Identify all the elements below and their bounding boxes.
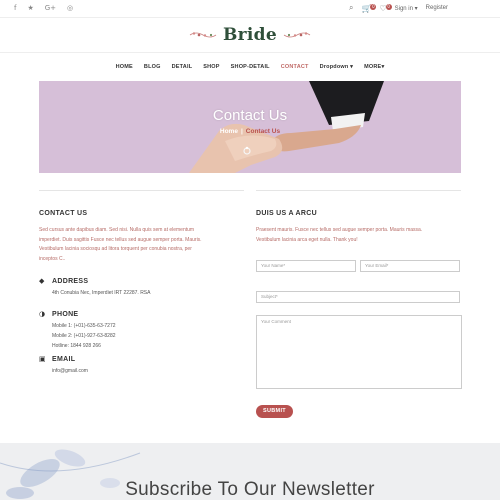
main-nav: HOME BLOG DETAIL SHOP SHOP-DETAIL CONTAC… [0,52,500,81]
signin-label: Sign in [394,5,413,12]
nav-more[interactable]: MORE▾ [364,64,384,70]
wishlist-icon[interactable]: ♡ 0 [379,3,392,13]
email-field[interactable]: Your Email* [360,260,460,272]
phone-hotline: Hotline: 1844 928 266 [52,343,101,349]
holding-hands-image [189,81,384,173]
form-heading: DUIS US A ARCU [256,210,317,217]
phone-mobile-2: Mobile 2: (+01)-927-63-8282 [52,333,116,339]
cart-count-badge: 0 [370,3,377,10]
google-plus-icon[interactable]: G+ [45,4,56,12]
right-floral-icon [283,32,311,38]
register-link[interactable]: Register [426,5,448,11]
nav-shop-detail[interactable]: SHOP-DETAIL [231,64,270,70]
top-bar: f ★ G+ ◎ ⌕ 🛒 0 ♡ 0 Sign in ▾ Register [0,0,500,18]
site-logo[interactable]: Bride [0,22,500,48]
nav-dropdown-label: Dropdown [319,64,349,70]
form-intro-line: Vestibulum lacinia arca eget nulla. Than… [256,236,358,243]
contact-intro-line: Sed cursus ante dapibus diam. Sed nisi. … [39,227,195,233]
map-marker-icon: ◆ [39,277,45,285]
search-icon[interactable]: ⌕ [349,3,353,13]
newsletter-section: Subscribe To Our Newsletter [0,443,500,500]
cart-icon[interactable]: 🛒 0 [361,3,377,13]
instagram-icon[interactable]: ◎ [67,4,73,12]
right-divider [256,190,461,191]
nav-blog[interactable]: BLOG [144,64,161,70]
breadcrumb-separator: | [240,128,243,135]
phone-label: PHONE [52,311,79,318]
nav-detail[interactable]: DETAIL [172,64,193,70]
facebook-icon[interactable]: f [14,4,16,12]
social-links: f ★ G+ ◎ [14,4,73,12]
signin-link[interactable]: Sign in ▾ [395,5,418,12]
nav-contact[interactable]: CONTACT [281,64,309,70]
name-field[interactable]: Your Name* [256,260,356,272]
hero-banner: Contact Us Home | Contact Us [39,81,461,173]
nav-more-label: MORE [364,64,382,70]
toolbar-right: ⌕ 🛒 0 ♡ 0 Sign in ▾ Register [349,3,448,13]
form-intro: Praesent mauris. Fusce nec tellus sed au… [256,226,466,245]
logo-text: Bride [223,25,277,45]
submit-button[interactable]: SUBMIT [256,405,293,418]
contact-intro: Sed cursus ante dapibus diam. Sed nisi. … [39,226,249,264]
address-value: 4th Conubia Nec, Imperdiet IRT 22287. RS… [52,290,151,296]
twitter-icon[interactable]: ★ [27,4,33,12]
wishlist-count-badge: 0 [385,3,392,10]
comment-field[interactable]: Your Comment [256,315,462,389]
contact-us-heading: CONTACT US [39,210,88,217]
subject-field[interactable]: Subject* [256,291,460,303]
breadcrumb-home[interactable]: Home [220,128,238,135]
contact-intro-line: inceptos C.. [39,255,66,262]
phone-icon: ◑ [39,310,46,318]
breadcrumb: Home | Contact Us [39,128,461,135]
nav-shop[interactable]: SHOP [203,64,219,70]
form-intro-line: Praesent mauris. Fusce nec tellus sed au… [256,227,423,233]
nav-dropdown[interactable]: Dropdown ▾ [320,64,354,70]
newsletter-title: Subscribe To Our Newsletter [125,479,375,500]
email-value[interactable]: info@gmail.com [52,367,88,377]
left-divider [39,190,244,191]
nav-home[interactable]: HOME [116,64,133,70]
email-label: EMAIL [52,356,76,363]
page-title: Contact Us [212,107,288,124]
phone-mobile-1: Mobile 1: (+01)-635-63-7272 [52,323,116,329]
address-label: ADDRESS [52,278,89,285]
breadcrumb-current: Contact Us [245,128,281,135]
contact-intro-line: Vestibulum lacinia sociosqu ad litora to… [39,246,192,252]
left-floral-icon [189,32,217,38]
email-icon: ▣ [39,355,46,363]
contact-intro-line: imperdiet. Duis sagittis Fusce nec tellu… [39,236,202,243]
